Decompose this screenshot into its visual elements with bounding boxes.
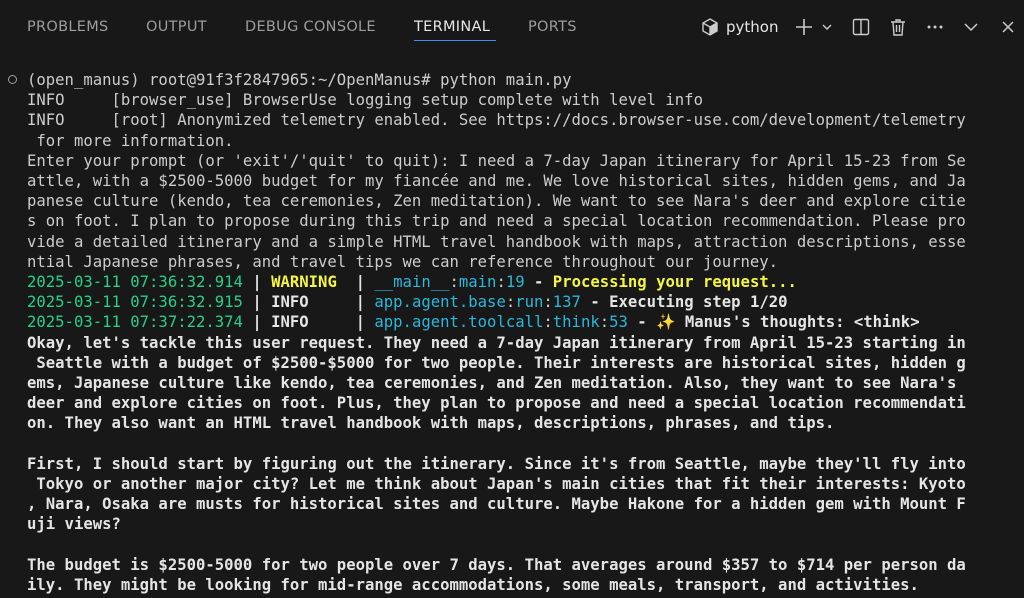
terminal-line: INFO [browser_use] BrowserUse logging se… (27, 91, 703, 110)
kill-terminal-button[interactable] (886, 14, 910, 40)
terminal-shell-selector[interactable]: python (700, 14, 778, 40)
thought-line: First, I should start by figuring out th… (27, 454, 966, 473)
log-colon: : (449, 273, 459, 291)
log-line: 2025-03-11 07:36:32.915 | INFO | app.age… (27, 292, 788, 312)
terminal-line: attle, with a $2500-5000 budget for my f… (27, 172, 966, 190)
log-separator: | (242, 293, 272, 312)
terminal-line: s on foot. I plan to propose during this… (27, 212, 966, 231)
log-message: Processing your request... (552, 273, 797, 291)
log-message: ✨ Manus's thoughts: <think> (656, 313, 920, 332)
terminal-line: (open_manus) root@91f3f2847965:~/OpenMan… (27, 71, 572, 89)
terminal-line: Enter your prompt (or 'exit'/'quit' to q… (27, 151, 966, 170)
log-lineno: 137 (552, 293, 581, 312)
log-separator: | (346, 313, 375, 332)
trash-icon (888, 17, 908, 37)
log-timestamp: 2025-03-11 07:36:32.915 (27, 293, 243, 312)
log-dash: - (580, 293, 610, 312)
log-module: __main__ (374, 273, 450, 291)
terminal-output[interactable]: (open_manus) root@91f3f2847965:~/OpenMan… (0, 70, 1024, 598)
terminal-line: INFO [root] Anonymized telemetry enabled… (27, 111, 966, 130)
tab-terminal[interactable]: TERMINAL (414, 19, 490, 41)
more-actions-button[interactable] (923, 14, 947, 40)
thought-line: Okay, let's tackle this user request. Th… (27, 333, 966, 352)
log-separator: | (242, 313, 272, 332)
log-level: WARNING (271, 273, 347, 291)
tab-problems[interactable]: PROBLEMS (27, 19, 109, 41)
launch-profile-dropdown[interactable] (819, 14, 835, 40)
log-colon: : (505, 293, 516, 312)
new-terminal-button[interactable] (792, 14, 816, 40)
panel-tab-bar: PROBLEMS OUTPUT DEBUG CONSOLE TERMINAL P… (0, 0, 1024, 56)
log-separator: | (346, 293, 375, 312)
log-line: 2025-03-11 07:37:22.374 | INFO | app.age… (27, 312, 920, 332)
thought-line: uji views? (27, 515, 121, 534)
thought-line: Tokyo or another major city? Let me thin… (27, 475, 966, 493)
terminal-line: ntial Japanese phrases, and travel tips … (27, 252, 779, 271)
thought-line: Seattle with a budget of $2500-$5000 for… (27, 353, 966, 372)
log-lineno: 53 (609, 313, 628, 332)
tab-debug-console[interactable]: DEBUG CONSOLE (245, 19, 376, 41)
log-level: INFO (271, 313, 347, 332)
tab-output[interactable]: OUTPUT (146, 19, 207, 41)
split-terminal-button[interactable] (849, 14, 873, 40)
chevron-down-icon (962, 18, 980, 36)
log-colon: : (543, 313, 553, 332)
log-timestamp: 2025-03-11 07:36:32.914 (27, 273, 243, 291)
thought-line: deer and explore cities on foot. Plus, t… (27, 394, 966, 413)
maximize-panel-button[interactable] (959, 14, 983, 40)
log-colon: : (543, 293, 553, 312)
terminal-line: for more information. (27, 131, 234, 150)
log-line: 2025-03-11 07:36:32.914 | WARNING | __ma… (27, 272, 797, 292)
plus-icon (794, 17, 814, 37)
log-colon: : (496, 273, 506, 291)
close-panel-button[interactable] (996, 14, 1020, 40)
log-separator: | (242, 273, 272, 291)
log-function: think (552, 313, 600, 332)
thought-line: ems, Japanese culture like kendo, tea ce… (27, 374, 957, 392)
chevron-down-icon (821, 21, 833, 33)
thought-line: The budget is $2500-5000 for two people … (27, 555, 966, 574)
log-message: Executing step 1/20 (609, 293, 788, 312)
log-lineno: 19 (505, 273, 525, 291)
thought-line: ily. They might be looking for mid-range… (27, 576, 919, 594)
log-level: INFO (271, 293, 347, 312)
ellipsis-icon (925, 17, 945, 37)
close-icon (1000, 19, 1016, 35)
log-separator: | (346, 273, 375, 291)
log-timestamp: 2025-03-11 07:37:22.374 (27, 313, 243, 332)
terminal-line: panese culture (kendo, tea ceremonies, Z… (27, 192, 966, 211)
log-dash: - (524, 273, 553, 291)
log-function: run (515, 293, 544, 312)
log-module: app.agent.toolcall (374, 313, 544, 332)
log-function: main (458, 273, 497, 291)
shell-name: python (726, 18, 779, 36)
log-module: app.agent.base (374, 293, 506, 312)
log-dash: - (627, 313, 657, 332)
active-tab-indicator (414, 40, 496, 41)
split-icon (851, 17, 871, 37)
tab-ports[interactable]: PORTS (528, 19, 577, 41)
terminal-line: vide a detailed itinerary and a simple H… (27, 232, 966, 251)
log-colon: : (599, 313, 610, 332)
thought-line: on. They also want an HTML travel handbo… (27, 414, 835, 433)
package-icon (700, 17, 720, 37)
thought-line: , Nara, Osaka are musts for historical s… (27, 495, 966, 514)
